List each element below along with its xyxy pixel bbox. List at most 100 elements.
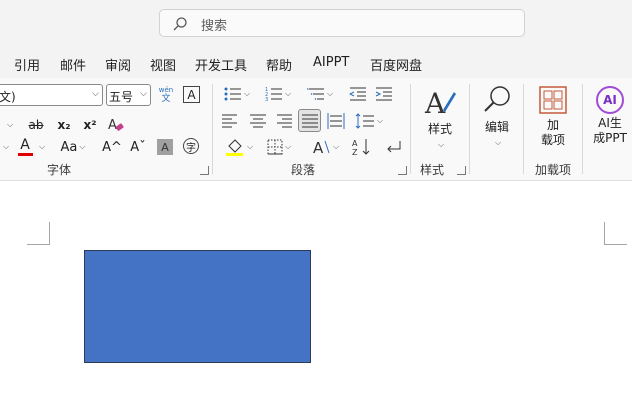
numbering-icon: 123: [265, 87, 282, 102]
grow-label: A^: [102, 139, 122, 155]
subscript-button[interactable]: x₂: [54, 114, 74, 136]
align-left-icon: [222, 114, 237, 128]
superscript-button[interactable]: x²: [80, 114, 100, 136]
chinese-layout-button[interactable]: A ⌵: [312, 136, 340, 158]
tab-developer[interactable]: 开发工具: [195, 55, 247, 74]
font-name-value: 文): [0, 90, 16, 104]
tab-mailings[interactable]: 邮件: [60, 55, 86, 74]
align-center-button[interactable]: [248, 110, 268, 132]
ai-logo-icon: AI: [596, 86, 624, 114]
line-spacing-button[interactable]: ⌵: [352, 110, 386, 132]
font-dialog-launcher-icon[interactable]: [200, 166, 209, 175]
chevron-down-icon[interactable]: ⌵: [0, 136, 10, 158]
divider: [469, 84, 470, 174]
divider: [523, 84, 524, 174]
multilevel-list-button[interactable]: ⌵: [304, 84, 336, 104]
strikethrough-button[interactable]: ab: [26, 114, 46, 136]
ai-ppt-label-1: AI生: [598, 116, 622, 130]
paragraph-dialog-launcher-icon[interactable]: [398, 166, 407, 175]
editing-button[interactable]: 编辑 ⌵: [476, 84, 518, 150]
align-center-icon: [250, 114, 266, 128]
shrink-label: Aˇ: [130, 139, 146, 155]
search-placeholder: 搜索: [201, 19, 228, 34]
strike-label: ab: [28, 118, 44, 132]
bullets-button[interactable]: ⌵: [222, 84, 252, 104]
increase-indent-button[interactable]: [373, 84, 395, 104]
tab-help[interactable]: 帮助: [266, 55, 292, 74]
tab-review[interactable]: 审阅: [105, 55, 131, 74]
numbering-button[interactable]: 1 2 3 ⌵: [262, 84, 294, 104]
border-char: A: [187, 87, 196, 102]
borders-button[interactable]: ⌵: [262, 136, 296, 158]
font-group-label: 字体: [47, 163, 72, 177]
clear-formatting-button[interactable]: A: [106, 114, 126, 136]
decrease-indent-button[interactable]: [347, 84, 369, 104]
shade-char: A: [161, 140, 169, 154]
distributed-button[interactable]: [325, 110, 347, 132]
divider: [212, 84, 213, 174]
ribbon: 文) ⌵ 五号 ⌵ wén 文 A ⌵ ab x₂ x² A ⌵ A ⌵ Aa ⌵…: [0, 78, 632, 181]
rectangle-shape[interactable]: [84, 250, 311, 363]
subscript-label: x₂: [57, 118, 71, 132]
editing-label: 编辑: [484, 120, 509, 134]
divider: [410, 84, 411, 174]
font-name-combo[interactable]: 文) ⌵: [0, 84, 103, 106]
font-color-bar: [17, 153, 33, 156]
character-shading-button[interactable]: A: [157, 139, 173, 155]
enclose-characters-button[interactable]: 字: [183, 138, 199, 154]
tab-view[interactable]: 视图: [150, 55, 176, 74]
font-color-button[interactable]: A: [16, 136, 34, 158]
eraser-icon: A: [108, 118, 124, 133]
increase-indent-icon: [375, 87, 392, 101]
justify-icon: [301, 114, 318, 127]
margin-corner-right: [604, 222, 627, 245]
paint-bucket-icon: [225, 139, 243, 156]
pinyin-bottom: 文: [161, 93, 171, 104]
shrink-font-button[interactable]: Aˇ: [128, 136, 148, 158]
chevron-down-icon[interactable]: ⌵: [4, 114, 14, 136]
change-case-button[interactable]: Aa ⌵: [58, 136, 88, 158]
svg-text:A: A: [108, 118, 117, 133]
phonetic-guide-button[interactable]: wén 文: [157, 84, 175, 106]
align-right-icon: [277, 114, 292, 128]
font-size-combo[interactable]: 五号 ⌵: [106, 84, 151, 106]
paragraph-mark-icon: [387, 141, 401, 153]
addins-label-1: 加: [546, 118, 559, 132]
show-marks-button[interactable]: [382, 136, 404, 158]
magnifier-icon: [484, 86, 510, 112]
grow-font-button[interactable]: A^: [102, 136, 122, 158]
styles-group-label: 样式: [420, 163, 445, 177]
tab-references[interactable]: 引用: [14, 55, 40, 74]
tab-aippt[interactable]: AIPPT: [313, 55, 349, 70]
addins-button[interactable]: 加 载项: [532, 86, 574, 148]
title-bar: 搜索: [0, 0, 632, 48]
divider: [582, 84, 583, 174]
character-border-button[interactable]: A: [183, 86, 200, 103]
svg-text:3: 3: [265, 97, 268, 102]
addins-grid-icon: [539, 86, 567, 114]
sort-icon: AZ: [352, 139, 370, 156]
search-box[interactable]: 搜索: [159, 9, 525, 37]
svg-text:A: A: [352, 139, 358, 148]
case-label: Aa: [60, 139, 78, 155]
svg-text:Z: Z: [352, 148, 358, 156]
chevron-down-icon[interactable]: ⌵: [36, 136, 46, 158]
line-spacing-icon: [355, 113, 374, 129]
margin-corner-left: [27, 222, 50, 245]
justify-button[interactable]: [298, 109, 321, 132]
sort-button[interactable]: AZ: [351, 136, 373, 158]
align-right-button[interactable]: [274, 110, 294, 132]
multilevel-list-icon: [306, 88, 324, 100]
paragraph-group-label: 段落: [291, 163, 316, 177]
svg-text:A: A: [424, 87, 446, 118]
shading-button[interactable]: ⌵: [222, 136, 256, 158]
distributed-icon: [327, 113, 345, 129]
align-left-button[interactable]: [222, 110, 242, 132]
styles-dialog-launcher-icon[interactable]: [457, 166, 466, 175]
styles-button[interactable]: A 样式 ⌵: [418, 86, 462, 152]
tab-baidu-netdisk[interactable]: 百度网盘: [370, 55, 422, 74]
chevron-down-icon: ⌵: [140, 89, 147, 99]
ribbon-tabs: 引用 邮件 审阅 视图 开发工具 帮助 AIPPT 百度网盘: [0, 48, 632, 78]
ai-ppt-button[interactable]: AI AI生 成PPT: [588, 86, 632, 146]
borders-icon: [267, 139, 283, 155]
